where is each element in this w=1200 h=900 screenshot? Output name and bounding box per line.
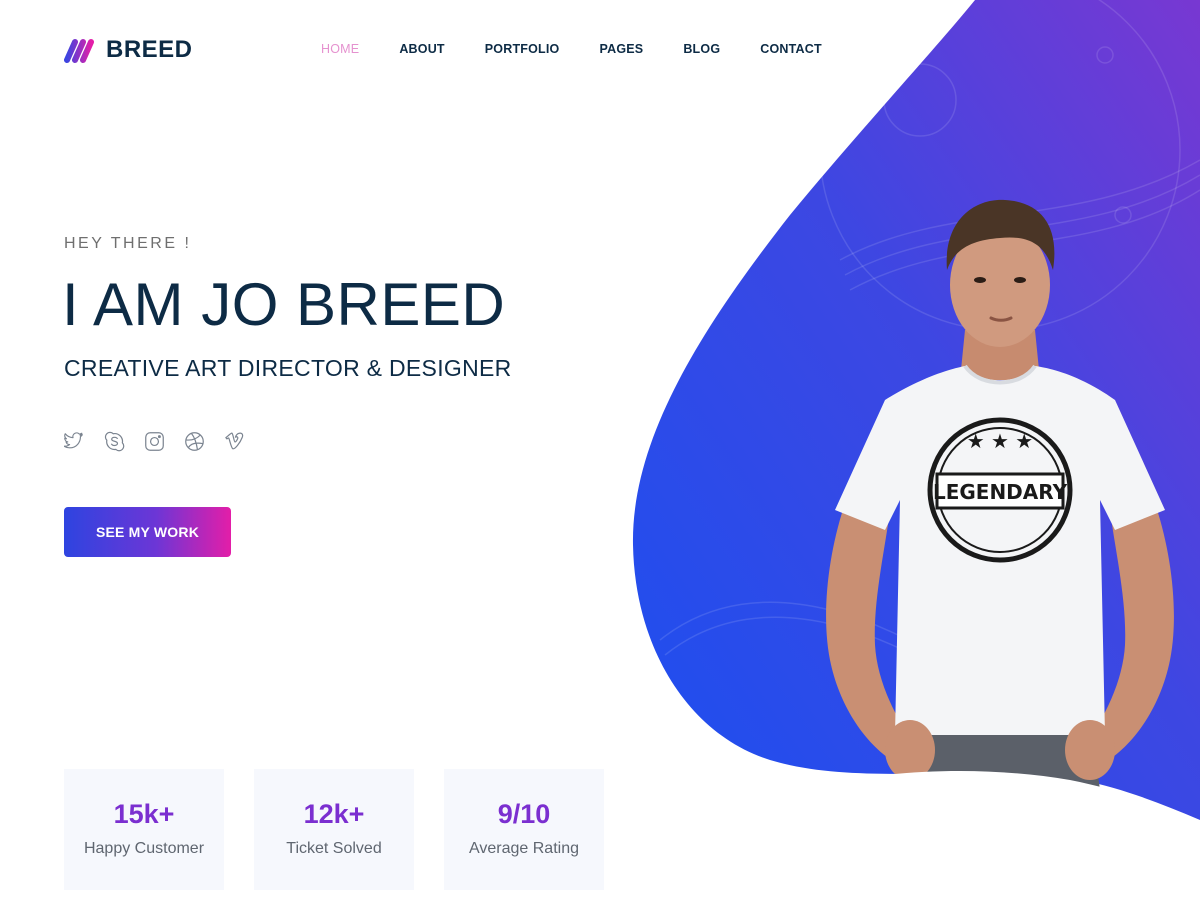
hero-title: I AM JO BREED bbox=[62, 271, 506, 338]
hero-eyebrow: HEY THERE ! bbox=[64, 235, 192, 252]
brand-logo[interactable]: BREED bbox=[64, 36, 193, 64]
stat-label: Average Rating bbox=[469, 840, 579, 857]
skype-icon[interactable] bbox=[103, 430, 125, 452]
dribbble-icon[interactable] bbox=[183, 430, 205, 452]
twitter-icon[interactable] bbox=[63, 430, 85, 452]
nav-item-portfolio[interactable]: PORTFOLIO bbox=[485, 42, 560, 56]
social-links bbox=[63, 430, 245, 452]
stat-card: 15k+ Happy Customer bbox=[64, 769, 224, 890]
stat-label: Ticket Solved bbox=[286, 840, 382, 857]
nav-item-contact[interactable]: CONTACT bbox=[760, 42, 822, 56]
stat-card: 12k+ Ticket Solved bbox=[254, 769, 414, 890]
vimeo-icon[interactable] bbox=[223, 430, 245, 452]
brand-name: BREED bbox=[106, 36, 193, 63]
stats-row: 15k+ Happy Customer 12k+ Ticket Solved 9… bbox=[64, 769, 604, 890]
stat-value: 15k+ bbox=[113, 799, 175, 829]
see-my-work-button[interactable]: SEE MY WORK bbox=[64, 507, 231, 557]
stat-label: Happy Customer bbox=[83, 840, 205, 857]
nav-item-blog[interactable]: BLOG bbox=[683, 42, 720, 56]
stat-value: 12k+ bbox=[303, 799, 365, 829]
nav-item-home[interactable]: HOME bbox=[321, 42, 359, 56]
stat-card: 9/10 Average Rating bbox=[444, 769, 604, 890]
nav-item-about[interactable]: ABOUT bbox=[399, 42, 444, 56]
hero-subtitle: CREATIVE ART DIRECTOR & DESIGNER bbox=[64, 355, 512, 381]
main-nav: HOME ABOUT PORTFOLIO PAGES BLOG CONTACT bbox=[321, 42, 862, 56]
brand-logo-mark-icon bbox=[64, 39, 94, 63]
instagram-icon[interactable] bbox=[143, 430, 165, 452]
stat-value: 9/10 bbox=[497, 799, 551, 829]
nav-item-pages[interactable]: PAGES bbox=[599, 42, 643, 56]
